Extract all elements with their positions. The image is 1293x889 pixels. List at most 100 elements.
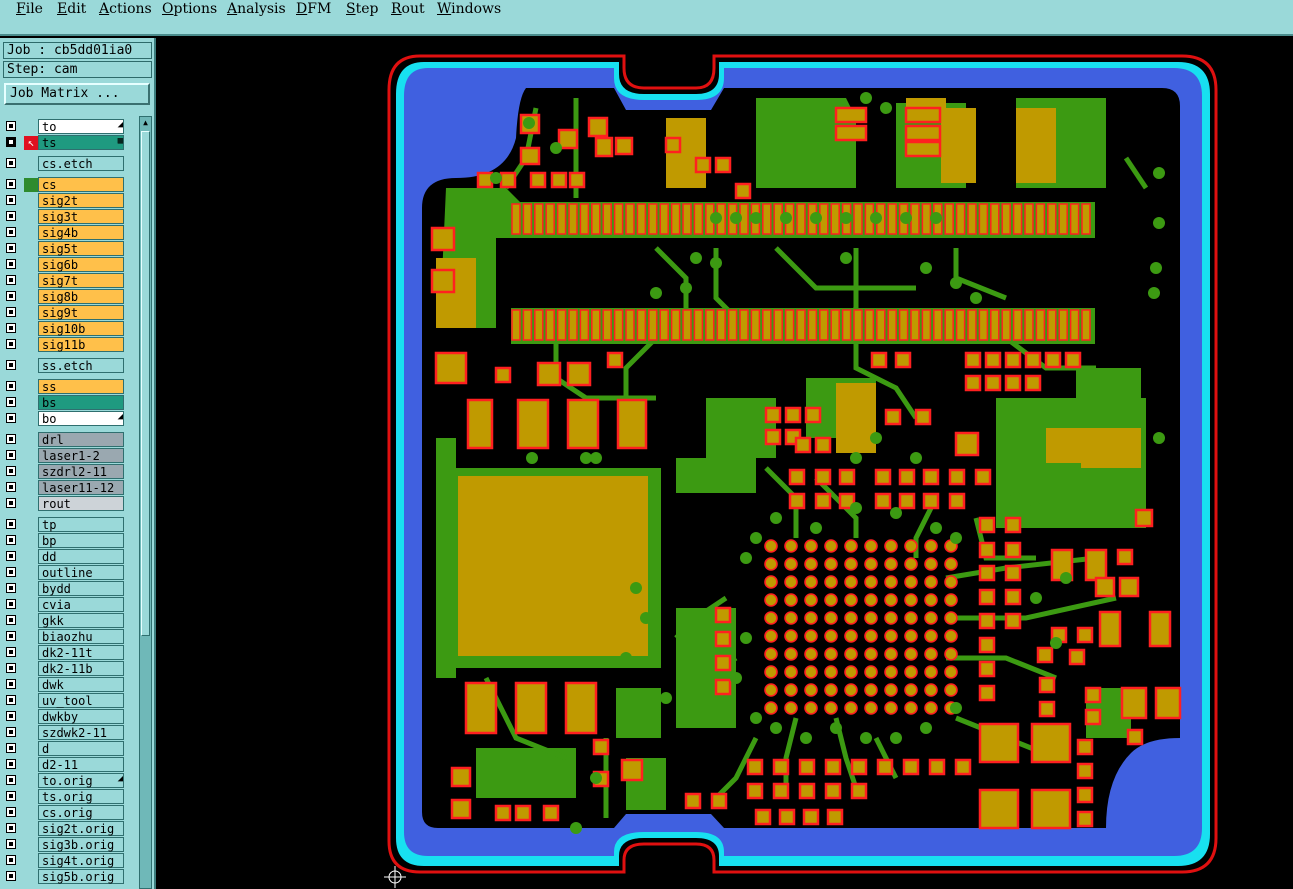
layer-row-sig3t[interactable]: sig3t <box>4 209 126 225</box>
layer-row-dd[interactable]: dd <box>4 549 126 565</box>
layer-row-biaozhu[interactable]: biaozhu <box>4 629 126 645</box>
layer-checkbox[interactable] <box>6 466 16 476</box>
layer-checkbox[interactable] <box>6 599 16 609</box>
layer-checkbox[interactable] <box>6 275 16 285</box>
layer-row-szdrl2-11[interactable]: szdrl2-11 <box>4 464 126 480</box>
layer-checkbox[interactable] <box>6 535 16 545</box>
layer-checkbox[interactable] <box>6 519 16 529</box>
layer-checkbox[interactable] <box>6 450 16 460</box>
layer-row-dwk[interactable]: dwk <box>4 677 126 693</box>
layer-name[interactable]: sig2t <box>38 193 124 208</box>
layer-checkbox[interactable] <box>6 583 16 593</box>
layer-name[interactable]: tp <box>38 517 124 532</box>
layer-checkbox[interactable] <box>6 381 16 391</box>
layer-checkbox[interactable] <box>6 498 16 508</box>
layer-name[interactable]: sig11b <box>38 337 124 352</box>
layer-checkbox[interactable] <box>6 727 16 737</box>
menu-rout[interactable]: Rout <box>391 1 425 17</box>
layer-row-sig9t[interactable]: sig9t <box>4 305 126 321</box>
layer-checkbox[interactable] <box>6 323 16 333</box>
layer-name[interactable]: laser1-2 <box>38 448 124 463</box>
layer-row-bp[interactable]: bp <box>4 533 126 549</box>
layer-list-scrollbar[interactable]: ▲ <box>139 116 152 889</box>
layer-name[interactable]: ts <box>38 135 124 150</box>
layer-checkbox[interactable] <box>6 307 16 317</box>
layer-name[interactable]: outline <box>38 565 124 580</box>
layer-name[interactable]: bo <box>38 411 124 426</box>
layer-name[interactable]: dwkby <box>38 709 124 724</box>
layer-checkbox[interactable] <box>6 567 16 577</box>
layer-checkbox[interactable] <box>6 807 16 817</box>
layer-checkbox[interactable] <box>6 195 16 205</box>
layer-row-laser1-2[interactable]: laser1-2 <box>4 448 126 464</box>
layer-row-rout[interactable]: rout <box>4 496 126 512</box>
layer-row-sig2t[interactable]: sig2t <box>4 193 126 209</box>
layer-row-cs-orig[interactable]: cs.orig <box>4 805 126 821</box>
layer-checkbox[interactable] <box>6 631 16 641</box>
layer-row-dk2-11b[interactable]: dk2-11b <box>4 661 126 677</box>
layer-name[interactable]: sig5t <box>38 241 124 256</box>
layer-checkbox[interactable] <box>6 339 16 349</box>
layer-name[interactable]: bp <box>38 533 124 548</box>
layer-name[interactable]: cs.orig <box>38 805 124 820</box>
layer-checkbox[interactable] <box>6 243 16 253</box>
layer-row-ts[interactable]: ↖ ts ▦ <box>4 135 126 151</box>
layer-checkbox[interactable] <box>6 839 16 849</box>
layer-name[interactable]: dk2-11b <box>38 661 124 676</box>
pcb-board-view[interactable] <box>156 38 1293 889</box>
layer-name[interactable]: szdrl2-11 <box>38 464 124 479</box>
layer-name[interactable]: sig10b <box>38 321 124 336</box>
layer-row-dk2-11t[interactable]: dk2-11t <box>4 645 126 661</box>
layer-name[interactable]: sig8b <box>38 289 124 304</box>
layer-row-d2-11[interactable]: d2-11 <box>4 757 126 773</box>
layer-row-sig3b-orig[interactable]: sig3b.orig <box>4 837 126 853</box>
layer-row-sig5t[interactable]: sig5t <box>4 241 126 257</box>
menu-edit[interactable]: Edit <box>57 1 86 17</box>
layer-row-outline[interactable]: outline <box>4 565 126 581</box>
layer-checkbox[interactable] <box>6 615 16 625</box>
layer-name[interactable]: uv_tool <box>38 693 124 708</box>
layer-row-sig4b[interactable]: sig4b <box>4 225 126 241</box>
layer-checkbox[interactable] <box>6 158 16 168</box>
layer-name[interactable]: gkk <box>38 613 124 628</box>
layer-row-tp[interactable]: tp <box>4 517 126 533</box>
graphic-editor-canvas[interactable] <box>156 38 1293 889</box>
layer-checkbox[interactable] <box>6 823 16 833</box>
layer-checkbox[interactable] <box>6 711 16 721</box>
layer-name[interactable]: sig4t.orig <box>38 853 124 868</box>
layer-checkbox[interactable] <box>6 695 16 705</box>
layer-row-sig8b[interactable]: sig8b <box>4 289 126 305</box>
layer-name[interactable]: ts.orig <box>38 789 124 804</box>
layer-row-cs-etch[interactable]: cs.etch <box>4 156 126 172</box>
layer-checkbox[interactable] <box>6 360 16 370</box>
layer-checkbox[interactable] <box>6 482 16 492</box>
scrollbar-thumb[interactable] <box>141 131 150 636</box>
layer-checkbox[interactable] <box>6 663 16 673</box>
scroll-up-arrow-icon[interactable]: ▲ <box>140 117 151 128</box>
layer-row-sig10b[interactable]: sig10b <box>4 321 126 337</box>
job-matrix-button[interactable]: Job Matrix ... <box>4 83 150 105</box>
layer-name[interactable]: drl <box>38 432 124 447</box>
layer-name[interactable]: dk2-11t <box>38 645 124 660</box>
layer-name[interactable]: biaozhu <box>38 629 124 644</box>
layer-row-uv-tool[interactable]: uv_tool <box>4 693 126 709</box>
layer-name[interactable]: sig2t.orig <box>38 821 124 836</box>
layer-checkbox[interactable] <box>6 259 16 269</box>
layer-name[interactable]: cvia <box>38 597 124 612</box>
layer-row-cs[interactable]: cs <box>4 177 126 193</box>
layer-row-ss-etch[interactable]: ss.etch <box>4 358 126 374</box>
layer-row-to[interactable]: to ◢ <box>4 119 126 135</box>
menu-dfm[interactable]: DFM <box>296 1 331 17</box>
layer-row-sig2t-orig[interactable]: sig2t.orig <box>4 821 126 837</box>
layer-row-cvia[interactable]: cvia <box>4 597 126 613</box>
layer-name[interactable]: d2-11 <box>38 757 124 772</box>
layer-checkbox[interactable] <box>6 397 16 407</box>
layer-name[interactable]: sig5b.orig <box>38 869 124 884</box>
menu-step[interactable]: Step <box>346 1 378 17</box>
layer-name[interactable]: laser11-12 <box>38 480 124 495</box>
layer-name[interactable]: sig3t <box>38 209 124 224</box>
layer-row-sig5b-orig[interactable]: sig5b.orig <box>4 869 126 885</box>
menu-analysis[interactable]: Analysis <box>227 1 286 17</box>
layer-name[interactable]: ss <box>38 379 124 394</box>
layer-checkbox[interactable] <box>6 871 16 881</box>
